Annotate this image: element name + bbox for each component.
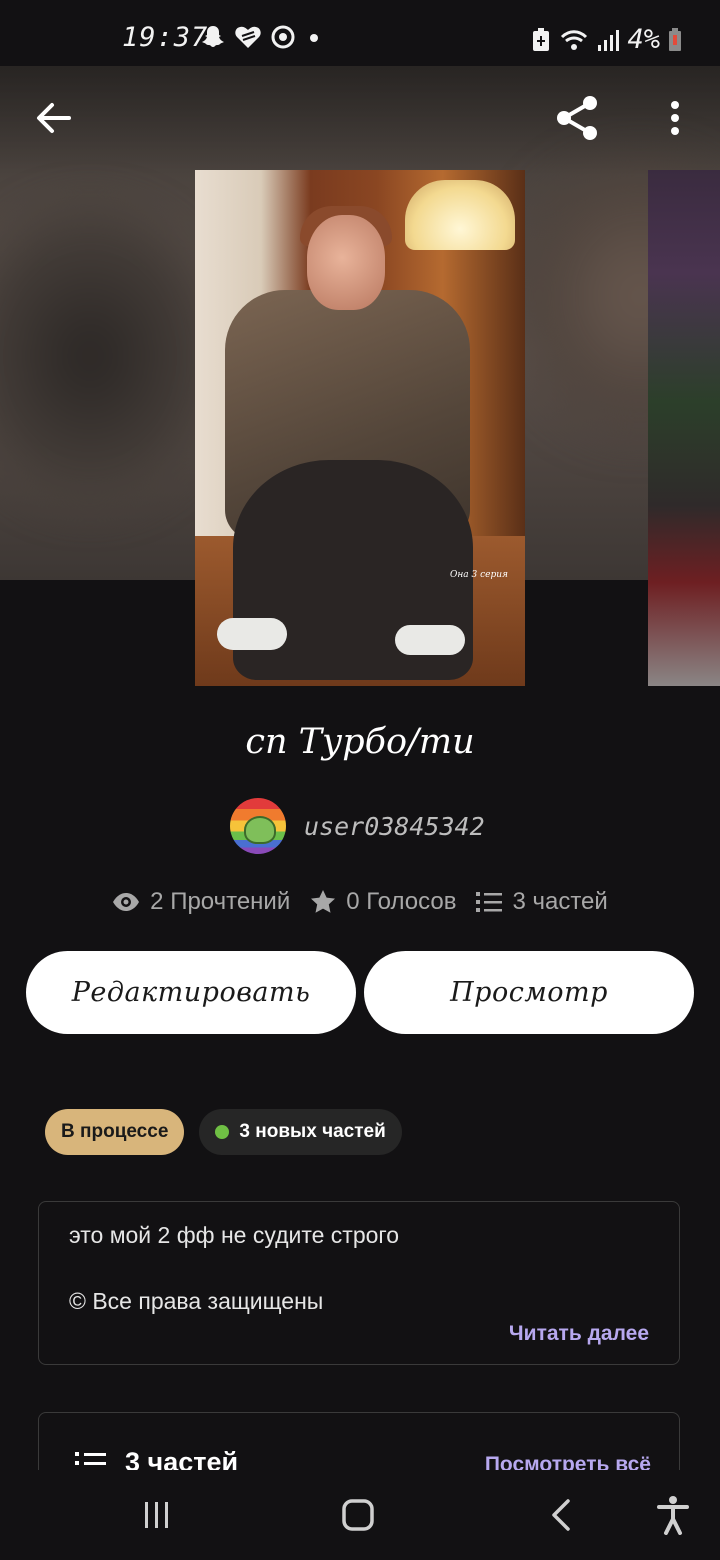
story-title: сп Турбо/ти [245, 722, 475, 762]
eye-icon [113, 893, 140, 911]
system-nav-bar [0, 1470, 720, 1560]
list-icon [476, 892, 503, 912]
story-badges: В процессе 3 новых частей [45, 1109, 402, 1155]
snapchat-icon [202, 26, 224, 47]
author-name: user03845342 [304, 811, 485, 841]
recents-button[interactable] [132, 1490, 182, 1540]
hero-top-shade [0, 66, 720, 176]
cover-shoe-shape [217, 618, 287, 650]
hero-blur-shape [0, 206, 220, 506]
votes-count: 0 Голосов [346, 888, 457, 915]
parts-title: 3 частей [125, 1447, 239, 1470]
cover-head-shape [307, 215, 385, 310]
nav-back-button[interactable] [536, 1490, 586, 1540]
cover-lamp-shape [405, 180, 515, 250]
description-text: это мой 2 фф не судите строго [69, 1222, 400, 1248]
author-link[interactable]: user03845342 [230, 798, 485, 854]
parts-stat: 3 частей [476, 888, 608, 916]
new-indicator-dot-icon [215, 1125, 230, 1139]
arrow-left-icon [37, 103, 71, 133]
description-card: это мой 2 фф не судите строго © Все прав… [38, 1201, 680, 1365]
story-cover-image[interactable]: Она 3 серия [195, 170, 525, 686]
sync-icon [271, 25, 295, 49]
next-story-cover[interactable] [648, 170, 720, 686]
dot-icon [310, 34, 318, 42]
battery-percent: 4% [627, 24, 660, 55]
read-more-link[interactable]: Читать далее [509, 1322, 649, 1346]
accessibility-button[interactable] [648, 1490, 698, 1540]
status-system-icons: 4% [531, 24, 682, 55]
more-options-button[interactable] [660, 94, 690, 142]
preview-button[interactable]: Просмотр [364, 951, 694, 1034]
cover-shoe-shape [395, 625, 465, 655]
story-stats: 2 Прочтений 0 Голосов 3 частей [0, 888, 720, 916]
parts-header: 3 частей [75, 1447, 238, 1470]
accessibility-icon [657, 1496, 689, 1535]
reads-stat: 2 Прочтений [112, 888, 290, 916]
status-time: 19:37 [122, 22, 209, 53]
recents-icon [145, 1502, 168, 1528]
see-all-link[interactable]: Посмотреть всё [485, 1453, 651, 1470]
signal-icon [598, 29, 620, 51]
back-chevron-icon [552, 1499, 570, 1531]
edit-button[interactable]: Редактировать [26, 951, 356, 1034]
new-parts-label: 3 новых частей [239, 1121, 386, 1142]
parts-card: 3 частей Посмотреть всё [38, 1412, 680, 1470]
heart-message-icon [235, 26, 261, 48]
star-icon [311, 890, 336, 913]
share-button[interactable] [551, 92, 603, 144]
parts-section-clip: 3 частей Посмотреть всё [0, 1412, 720, 1470]
frog-avatar-icon [244, 816, 276, 844]
more-vertical-icon [671, 101, 679, 135]
back-button[interactable] [28, 96, 78, 140]
battery-low-icon [669, 27, 681, 51]
copyright-text: © Все права защищены [69, 1288, 324, 1314]
reads-count: 2 Прочтений [150, 888, 291, 915]
wifi-icon [561, 29, 588, 50]
action-buttons: Редактировать Просмотр [26, 951, 694, 1034]
avatar [230, 798, 286, 854]
status-badge: В процессе [45, 1109, 185, 1155]
status-bar: 19:37 4% [0, 0, 720, 66]
status-notification-icons [200, 24, 324, 50]
battery-saver-icon [533, 27, 550, 51]
new-parts-badge: 3 новых частей [199, 1109, 402, 1155]
home-icon [342, 1499, 374, 1531]
cover-caption: Она 3 серия [450, 570, 509, 580]
list-icon [75, 1451, 106, 1470]
parts-count: 3 частей [512, 888, 608, 915]
votes-stat: 0 Голосов [310, 888, 456, 916]
home-button[interactable] [333, 1490, 383, 1540]
share-icon [557, 96, 597, 140]
